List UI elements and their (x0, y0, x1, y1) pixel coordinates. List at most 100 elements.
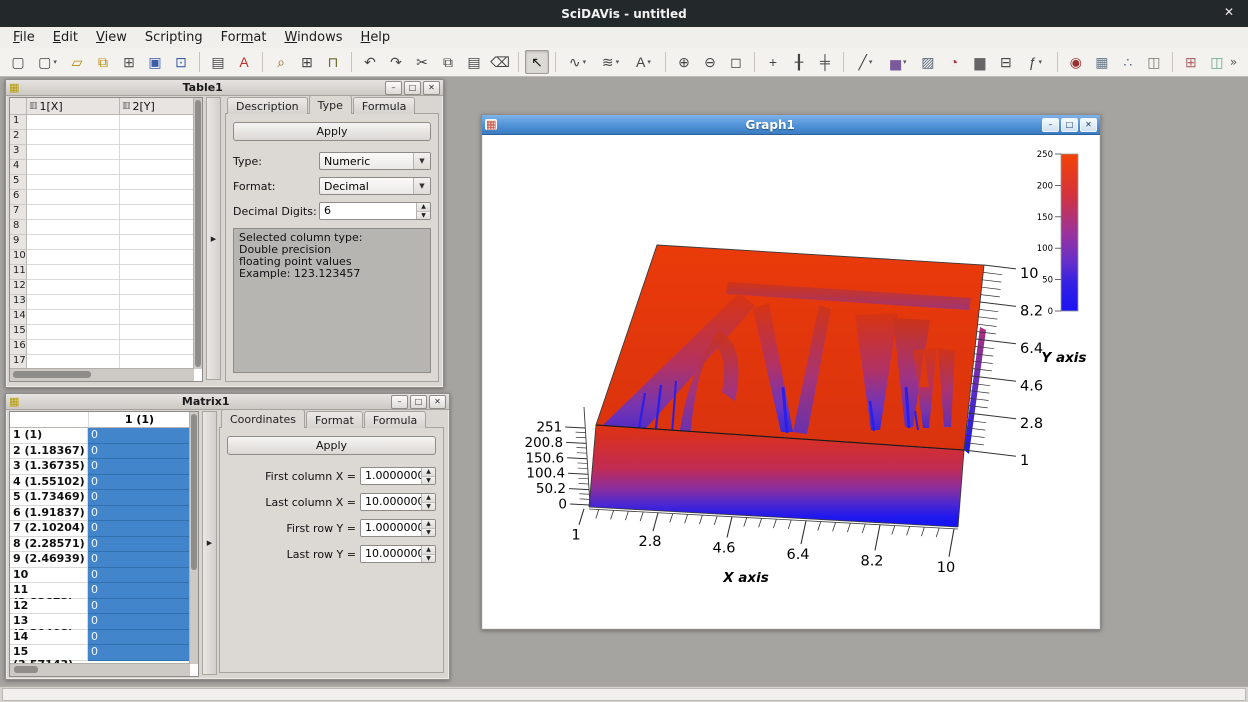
table-cell[interactable] (27, 130, 120, 145)
table-cell[interactable] (27, 310, 120, 325)
table-cell[interactable] (120, 325, 194, 340)
find-icon[interactable]: ⌕ (269, 50, 293, 74)
table1-apply-button[interactable]: Apply (233, 122, 431, 141)
table-cell[interactable] (120, 235, 194, 250)
row-number[interactable]: 13 (10, 295, 27, 310)
draw-line-icon[interactable]: ╱▾ (850, 50, 881, 74)
menu-edit[interactable]: Edit (44, 27, 87, 48)
matrix-row-header[interactable]: 14 (3.38776) (10, 630, 88, 646)
row-number[interactable]: 11 (10, 265, 27, 280)
matrix-cell[interactable]: 0 (88, 506, 190, 522)
matrix1-tab-format[interactable]: Format (306, 411, 363, 428)
matrix1-apply-button[interactable]: Apply (227, 436, 436, 455)
matrix1-tab-formula[interactable]: Formula (364, 411, 426, 428)
table1-tab-formula[interactable]: Formula (353, 97, 415, 114)
matrix-row-header[interactable]: 2 (1.18367) (10, 444, 88, 460)
table-cell[interactable] (27, 220, 120, 235)
new-project-icon[interactable]: ▢ (6, 50, 30, 74)
row-number[interactable]: 15 (10, 325, 27, 340)
matrix-row-header[interactable]: 5 (1.73469) (10, 490, 88, 506)
undo-icon[interactable]: ↶ (358, 50, 382, 74)
table1-column-header[interactable]: ▥1[X] (27, 98, 120, 115)
table1-hscrollbar[interactable] (10, 368, 194, 381)
last-column-x-spinbox[interactable]: 10.0000000▲▼ (360, 493, 436, 511)
matrix1-column-header[interactable]: 1 (1) (89, 412, 190, 428)
matrix-row-header[interactable]: 11 (2.83673) (10, 583, 88, 599)
graph1-maximize-button[interactable]: □ (1061, 118, 1078, 132)
matrix-cell[interactable]: 0 (88, 599, 190, 615)
matrix-row-header[interactable]: 12 (3.02041) (10, 599, 88, 615)
table1-grid[interactable]: ▥1[X]▥2[Y] 1234567891011121314151617 (9, 97, 203, 382)
menu-help[interactable]: Help (352, 27, 400, 48)
scatter-3d-icon[interactable]: ∴ (1116, 50, 1140, 74)
last-row-y-spinbox[interactable]: 10.0000000▲▼ (360, 545, 436, 563)
add-matrix-column-icon[interactable]: ◫ (1205, 50, 1229, 74)
table1-vscrollbar[interactable] (193, 98, 202, 369)
table-cell[interactable] (120, 145, 194, 160)
row-number[interactable]: 7 (10, 205, 27, 220)
table1-column-header[interactable]: ▥2[Y] (120, 98, 202, 115)
new-aside-icon[interactable]: ▢▾ (32, 50, 63, 74)
matrix-cell[interactable]: 0 (88, 537, 190, 553)
menu-format[interactable]: Format (212, 27, 276, 48)
matrix1-grid[interactable]: 1 (1) 1 (1)02 (1.18367)03 (1.36735)04 (1… (9, 411, 199, 677)
matrix-row-header[interactable]: 1 (1) (10, 428, 88, 444)
table-cell[interactable] (120, 295, 194, 310)
table-cell[interactable] (27, 325, 120, 340)
table-cell[interactable] (120, 190, 194, 205)
spin-down-icon[interactable]: ▼ (422, 502, 435, 511)
row-number[interactable]: 12 (10, 280, 27, 295)
scrollbar-thumb[interactable] (195, 100, 201, 367)
dropdown-arrow-icon[interactable]: ▾ (53, 58, 57, 66)
row-number[interactable]: 9 (10, 235, 27, 250)
row-number[interactable]: 8 (10, 220, 27, 235)
table-cell[interactable] (27, 145, 120, 160)
pointer-icon[interactable]: ↖ (525, 50, 549, 74)
table-cell[interactable] (120, 310, 194, 325)
table-cell[interactable] (120, 250, 194, 265)
bars-3d-icon[interactable]: ▦ (1090, 50, 1114, 74)
dropdown-arrow-icon[interactable]: ▾ (583, 58, 587, 66)
matrix-row-header[interactable]: 4 (1.55102) (10, 475, 88, 491)
dropdown-arrow-icon[interactable]: ▾ (903, 58, 907, 66)
matrix1-maximize-button[interactable]: □ (410, 395, 427, 409)
table-cell[interactable] (120, 130, 194, 145)
plot-histogram-icon[interactable]: ▆ (968, 50, 992, 74)
table-cell[interactable] (120, 115, 194, 130)
matrix1-close-button[interactable]: ✕ (429, 395, 446, 409)
matrix-cell[interactable]: 0 (88, 490, 190, 506)
surface-3d-icon[interactable]: ◉ (1064, 50, 1088, 74)
app-close-button[interactable]: ✕ (1220, 5, 1238, 19)
toolbar-overflow-icon[interactable]: » (1230, 55, 1237, 69)
first-column-x-spinbox[interactable]: 1.00000000▲▼ (360, 467, 436, 485)
row-number[interactable]: 3 (10, 145, 27, 160)
ribbon-3d-icon[interactable]: ◫ (1142, 50, 1166, 74)
table-cell[interactable] (27, 280, 120, 295)
matrix-cell[interactable]: 0 (88, 552, 190, 568)
table-cell[interactable] (27, 340, 120, 355)
table1-tab-description[interactable]: Description (227, 97, 308, 114)
matrix-cell[interactable]: 0 (88, 568, 190, 584)
matrix1-panel-collapse-handle[interactable]: ▶ (202, 411, 217, 675)
matrix-row-header[interactable]: 7 (2.10204) (10, 521, 88, 537)
matrix-cell[interactable]: 0 (88, 645, 190, 661)
plot-steps-icon[interactable]: ≋▾ (595, 50, 626, 74)
menu-view[interactable]: View (87, 27, 136, 48)
table1-title-bar[interactable]: ▦ Table1 – □ ✕ (6, 80, 443, 96)
save-template-icon[interactable]: ⊡ (169, 50, 193, 74)
row-number[interactable]: 5 (10, 175, 27, 190)
matrix-cell[interactable]: 0 (88, 444, 190, 460)
matrix-row-header[interactable]: 8 (2.28571) (10, 537, 88, 553)
spin-up-icon[interactable]: ▲ (417, 203, 430, 211)
surface-3d-plot[interactable]: 251200.8150.6100.450.20 12.84.66.48.210 … (483, 135, 1099, 628)
first-row-y-spinbox[interactable]: 1.00000000▲▼ (360, 519, 436, 537)
matrix-cell[interactable]: 0 (88, 521, 190, 537)
row-number[interactable]: 1 (10, 115, 27, 130)
data-reader-icon[interactable]: + (761, 50, 785, 74)
open-project-icon[interactable]: ▱ (65, 50, 89, 74)
matrix-row-header[interactable]: 3 (1.36735) (10, 459, 88, 475)
table-cell[interactable] (120, 160, 194, 175)
table-cell[interactable] (27, 190, 120, 205)
spin-down-icon[interactable]: ▼ (422, 554, 435, 563)
table-cell[interactable] (27, 235, 120, 250)
